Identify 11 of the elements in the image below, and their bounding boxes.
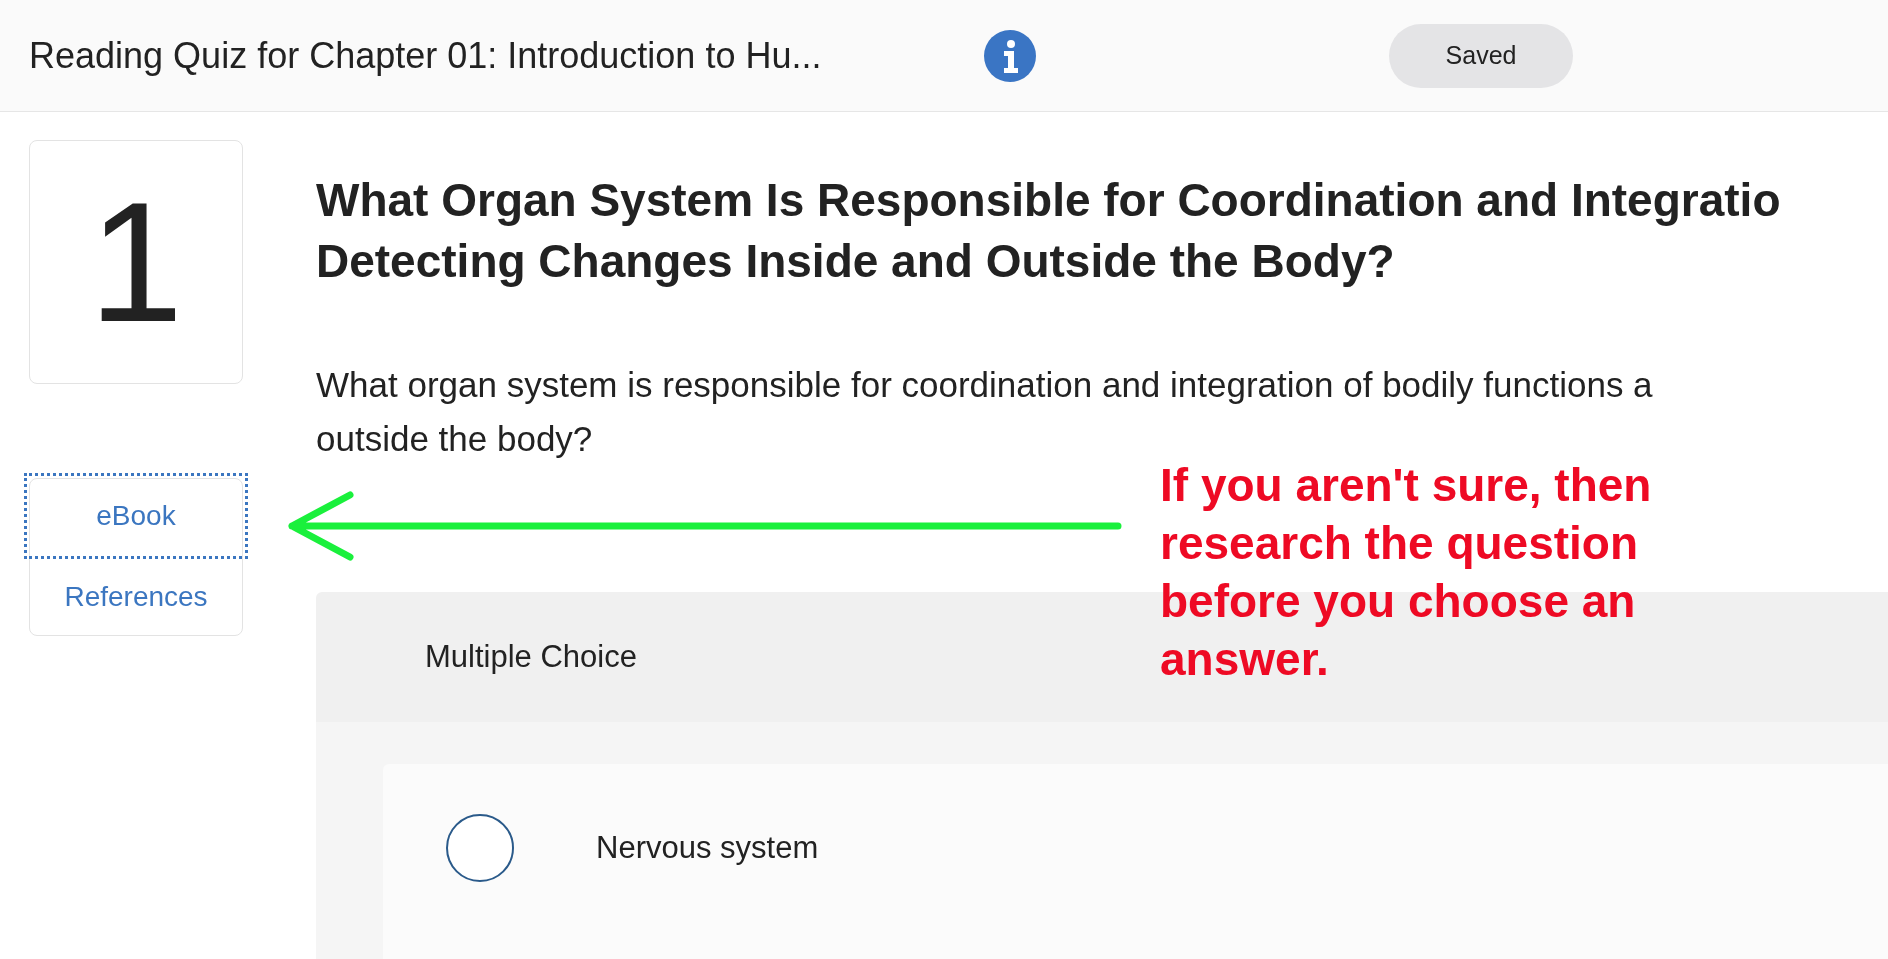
question-number: 1 [88,177,184,347]
quiz-title: Reading Quiz for Chapter 01: Introduction to Hu... [29,34,823,77]
answer-option[interactable]: Nervous system [383,764,1888,959]
question-title: What Organ System Is Responsible for Coordination and Integratio Detecting Changes Inside and Outside the Body? [316,173,1782,289]
answer-type-label: Multiple Choice [425,639,637,675]
question-prompt: What organ system is responsible for coordination and integration of bodily functions a outside the body? [316,364,1654,460]
info-icon[interactable] [984,29,1036,82]
resource-link[interactable]: References [30,559,242,635]
resource-link[interactable]: eBook [24,473,248,559]
annotation-text: If you aren't sure, then research the question before you choose an answer. [1160,458,1652,687]
saved-status: Saved [1389,23,1573,88]
